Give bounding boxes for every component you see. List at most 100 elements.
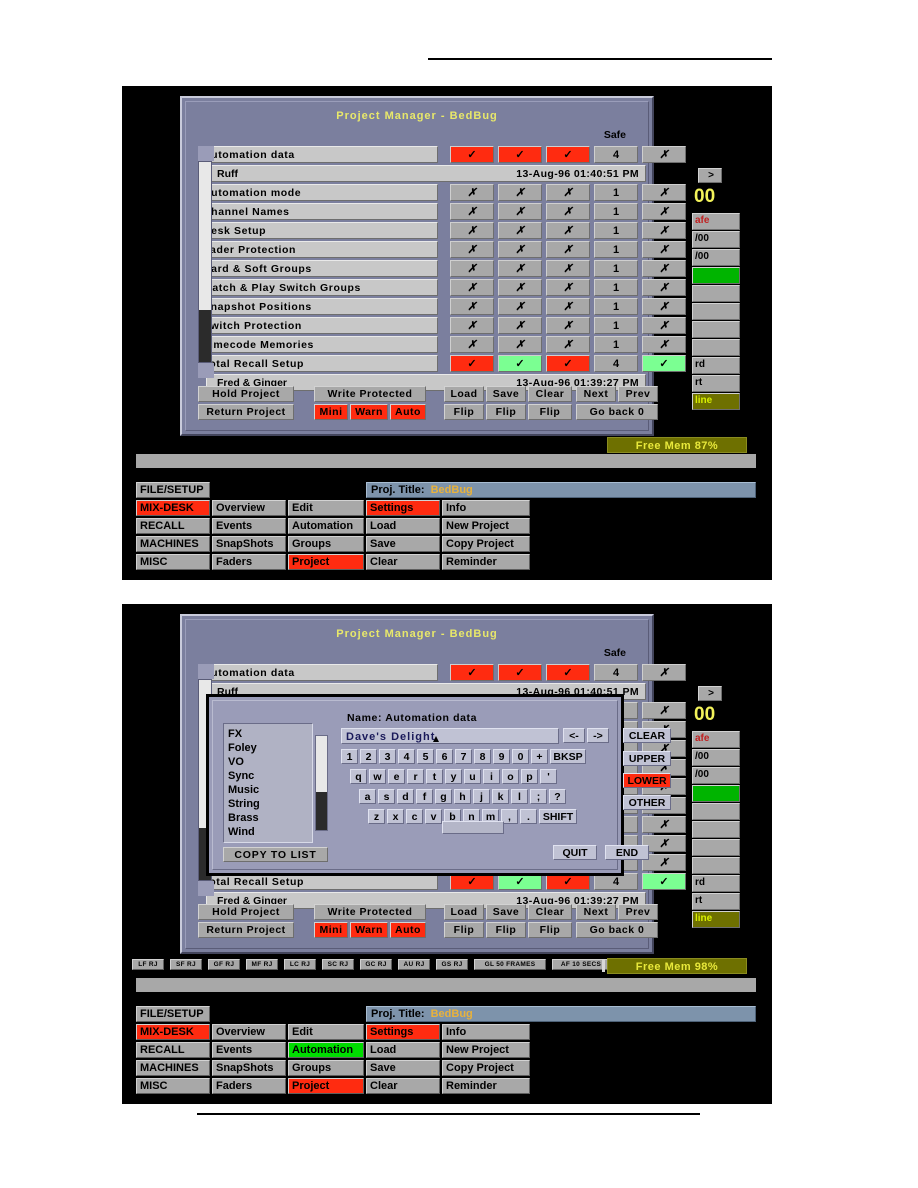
right-strip-box-6[interactable] — [692, 303, 740, 320]
status-cell-1[interactable]: ✗ — [450, 184, 494, 201]
menu-col5-reminder[interactable]: Reminder — [442, 1078, 530, 1094]
count-cell[interactable]: 1 — [594, 317, 638, 334]
key-shift[interactable]: SHIFT — [539, 809, 577, 824]
status-cell-2[interactable]: ✗ — [498, 336, 542, 353]
row-label[interactable]: Match & Play Switch Groups — [198, 279, 438, 296]
key-+[interactable]: + — [531, 749, 548, 764]
key-3[interactable]: 3 — [379, 749, 396, 764]
mini-button[interactable]: Mini — [314, 404, 348, 420]
status-chip[interactable]: GF RJ — [208, 959, 240, 970]
key-k[interactable]: k — [492, 789, 509, 804]
right-strip-box-1[interactable]: afe — [692, 213, 740, 230]
key-o[interactable]: o — [502, 769, 519, 784]
safe-cell[interactable]: ✗ — [642, 203, 686, 220]
status-cell-1[interactable]: ✗ — [450, 298, 494, 315]
right-next-arrow-button[interactable]: > — [698, 168, 722, 183]
next-button[interactable]: Next — [576, 904, 616, 920]
right-next-arrow-button[interactable]: > — [698, 686, 722, 701]
right-strip-box-10[interactable]: rt — [692, 893, 740, 910]
list-item[interactable]: String — [228, 798, 260, 810]
key-l[interactable]: l — [511, 789, 528, 804]
status-chip[interactable]: GC RJ — [360, 959, 392, 970]
right-strip-box-2[interactable]: /00 — [692, 749, 740, 766]
menu-col4-load[interactable]: Load — [366, 1042, 440, 1058]
key-w[interactable]: w — [369, 769, 386, 784]
count-cell[interactable]: 1 — [594, 260, 638, 277]
key-z[interactable]: z — [368, 809, 385, 824]
status-chip[interactable]: SC RJ — [322, 959, 354, 970]
write-protected-button[interactable]: Write Protected — [314, 386, 426, 402]
status-cell-2[interactable]: ✓ — [498, 146, 542, 163]
safe-cell[interactable]: ✗ — [642, 279, 686, 296]
row-label[interactable]: Timecode Memories — [198, 336, 438, 353]
safe-cell[interactable]: ✗ — [642, 664, 686, 681]
mini-button[interactable]: Mini — [314, 922, 348, 938]
status-cell-3[interactable]: ✗ — [546, 241, 590, 258]
safe-cell[interactable]: ✗ — [642, 336, 686, 353]
menu-col1-misc[interactable]: MISC — [136, 554, 210, 570]
clear-flip-button[interactable]: Flip — [528, 404, 572, 420]
status-cell-3[interactable]: ✗ — [546, 298, 590, 315]
menu-col2-faders[interactable]: Faders — [212, 554, 286, 570]
load-button[interactable]: Load — [444, 386, 484, 402]
status-cell-3[interactable]: ✗ — [546, 279, 590, 296]
status-chip[interactable]: GS RJ — [436, 959, 468, 970]
menu-col2-events[interactable]: Events — [212, 518, 286, 534]
menu-col4-settings[interactable]: Settings — [366, 500, 440, 516]
key-question[interactable]: ? — [549, 789, 566, 804]
row-label[interactable]: Total Recall Setup — [198, 355, 438, 372]
count-cell[interactable]: 4 — [594, 146, 638, 163]
menu-col3-groups[interactable]: Groups — [288, 1060, 364, 1076]
auto-button[interactable]: Auto — [390, 922, 426, 938]
scrollbar-track[interactable] — [198, 161, 212, 363]
key-6[interactable]: 6 — [436, 749, 453, 764]
menu-col1-recall[interactable]: RECALL — [136, 518, 210, 534]
menu-col5-info[interactable]: Info — [442, 500, 530, 516]
menu-col2-faders[interactable]: Faders — [212, 1078, 286, 1094]
return-project-button[interactable]: Return Project — [198, 404, 294, 420]
key-y[interactable]: y — [445, 769, 462, 784]
key-h[interactable]: h — [454, 789, 471, 804]
row-label[interactable]: Automation mode — [198, 184, 438, 201]
menu-col5-reminder[interactable]: Reminder — [442, 554, 530, 570]
right-strip-box-7[interactable] — [692, 321, 740, 338]
status-cell-3[interactable]: ✗ — [546, 260, 590, 277]
count-cell[interactable]: 1 — [594, 203, 638, 220]
row-label[interactable]: Automation data — [198, 146, 438, 163]
lower-case-button[interactable]: LOWER — [623, 773, 671, 788]
menu-col1-file-setup[interactable]: FILE/SETUP — [136, 1006, 210, 1022]
load-button[interactable]: Load — [444, 904, 484, 920]
cursor-left-button[interactable]: <- — [563, 728, 585, 743]
menu-col1-misc[interactable]: MISC — [136, 1078, 210, 1094]
write-protected-button[interactable]: Write Protected — [314, 904, 426, 920]
status-cell-2[interactable]: ✗ — [498, 260, 542, 277]
count-cell[interactable]: 1 — [594, 241, 638, 258]
space-bar[interactable] — [442, 821, 504, 834]
key-j[interactable]: j — [473, 789, 490, 804]
menu-col3-project[interactable]: Project — [288, 1078, 364, 1094]
category-list-box[interactable]: FX Foley VO Sync Music String Brass Wind — [223, 723, 313, 843]
right-strip-box-3[interactable]: /00 — [692, 249, 740, 266]
right-strip-box-1[interactable]: afe — [692, 731, 740, 748]
cursor-right-button[interactable]: -> — [587, 728, 609, 743]
row-label[interactable]: Desk Setup — [198, 222, 438, 239]
right-strip-box-5[interactable] — [692, 803, 740, 820]
key-g[interactable]: g — [435, 789, 452, 804]
menu-col3-automation[interactable]: Automation — [288, 1042, 364, 1058]
key-semicolon[interactable]: ; — [530, 789, 547, 804]
key-s[interactable]: s — [378, 789, 395, 804]
status-cell-1[interactable]: ✗ — [450, 317, 494, 334]
status-chip[interactable]: MF RJ — [246, 959, 278, 970]
status-cell-1[interactable]: ✓ — [450, 146, 494, 163]
key-p[interactable]: p — [521, 769, 538, 784]
key-c[interactable]: c — [406, 809, 423, 824]
status-cell-3[interactable]: ✗ — [546, 336, 590, 353]
status-cell-3[interactable]: ✗ — [546, 317, 590, 334]
status-cell-1[interactable]: ✗ — [450, 222, 494, 239]
safe-cell[interactable]: ✗ — [642, 317, 686, 334]
next-button[interactable]: Next — [576, 386, 616, 402]
safe-cell[interactable]: ✗ — [642, 241, 686, 258]
key-4[interactable]: 4 — [398, 749, 415, 764]
status-cell-3[interactable]: ✗ — [546, 203, 590, 220]
menu-col3-groups[interactable]: Groups — [288, 536, 364, 552]
